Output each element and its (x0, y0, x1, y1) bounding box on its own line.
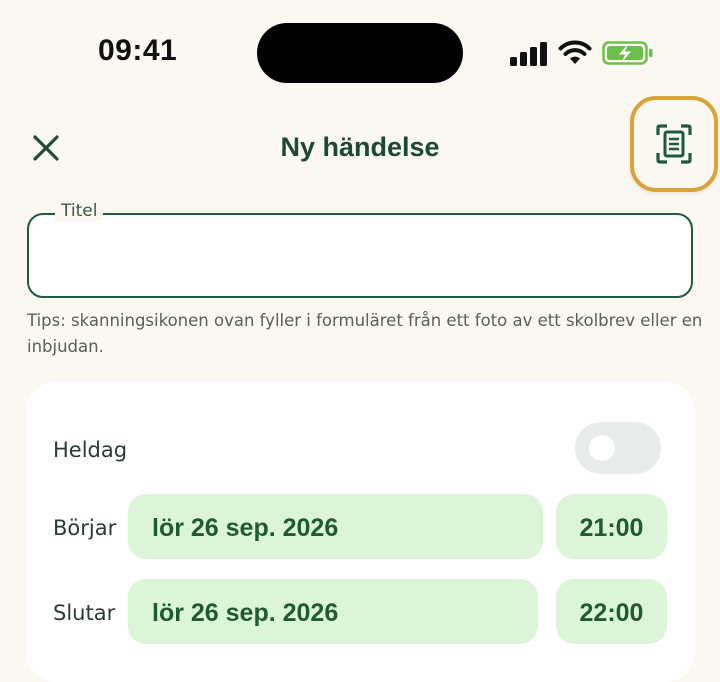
wifi-icon (558, 40, 592, 64)
cellular-signal-icon (510, 42, 547, 66)
status-bar: 09:41 (0, 0, 720, 100)
toggle-knob (589, 435, 615, 461)
scan-document-button[interactable] (630, 96, 718, 192)
tips-text: Tips: skanningsikonen ovan fyller i form… (27, 311, 703, 356)
title-field[interactable]: Titel (27, 201, 693, 298)
page-title: Ny händelse (280, 132, 440, 162)
title-field-label: Titel (55, 201, 104, 221)
document-scan-icon (656, 124, 692, 164)
start-date-picker[interactable]: lör 26 sep. 2026 (128, 494, 543, 559)
allday-label: Heldag (53, 438, 128, 462)
status-time: 09:41 (98, 34, 178, 67)
end-time-picker[interactable]: 22:00 (556, 579, 667, 644)
end-date-picker[interactable]: lör 26 sep. 2026 (128, 579, 538, 644)
allday-toggle[interactable] (575, 422, 661, 474)
event-time-card: Heldag Börjar lör 26 sep. 2026 21:00 Slu… (27, 382, 694, 682)
title-input[interactable] (43, 233, 677, 275)
start-time-picker[interactable]: 21:00 (556, 494, 667, 559)
start-label: Börjar (53, 516, 117, 540)
battery-charging-icon (602, 41, 653, 65)
dynamic-island (257, 23, 463, 83)
end-label: Slutar (53, 601, 116, 625)
